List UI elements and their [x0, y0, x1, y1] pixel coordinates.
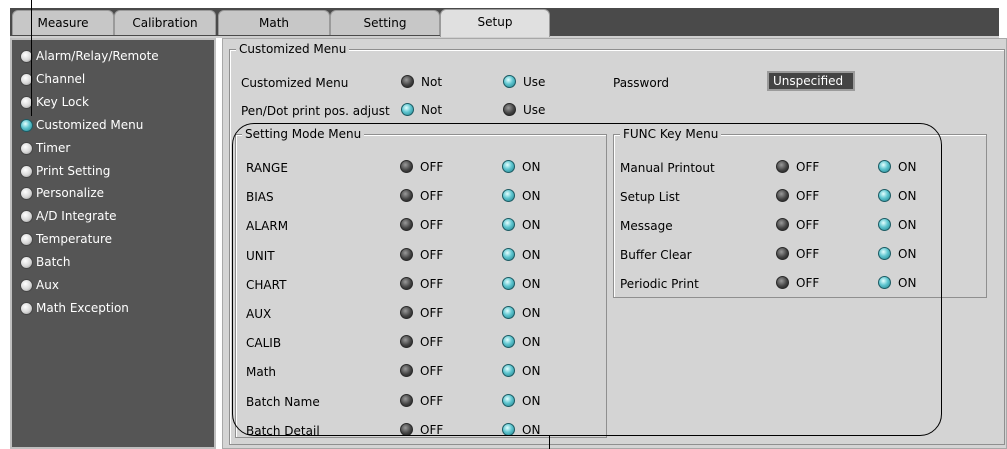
sidebar-item-label: Batch: [36, 255, 71, 270]
radio-led-icon: [20, 233, 33, 247]
sidebar-item-label: Personalize: [36, 186, 105, 201]
sidebar-item-label: Channel: [36, 71, 86, 86]
radio-led-icon: [20, 210, 33, 224]
tab-setup[interactable]: Setup: [440, 9, 550, 37]
customized-menu-label: Customized Menu: [241, 76, 349, 90]
tab-setting[interactable]: Setting: [330, 10, 440, 35]
tab-math[interactable]: Math: [218, 10, 330, 35]
sidebar-item-label: Aux: [36, 278, 59, 292]
customized-menu-group-title: Customized Menu: [236, 42, 350, 56]
radio-led-icon: [20, 187, 33, 201]
radio-led-icon: [20, 301, 33, 315]
sidebar-item-label: Math Exception: [36, 300, 129, 315]
radio-led-icon: [20, 141, 33, 155]
callout-pointer-line: [549, 436, 550, 449]
sidebar-item-label: Alarm/Relay/Remote: [36, 49, 159, 63]
pen-dot-adjust-label: Pen/Dot print pos. adjust: [241, 104, 390, 118]
radio-led-icon: [401, 103, 414, 116]
callout-pointer-line: [31, 0, 32, 116]
sidebar-item-label: Key Lock: [36, 94, 89, 109]
sidebar-item-label: Timer: [36, 140, 71, 155]
sidebar-item-label: Customized Menu: [36, 117, 144, 132]
radio-led-icon: [20, 279, 33, 292]
sidebar: Alarm/Relay/Remote Channel Key Lock Customi…: [10, 38, 216, 449]
radio-led-icon: [20, 118, 33, 132]
sidebar-item-label: A/D Integrate: [36, 209, 117, 224]
sidebar-item-label: Temperature: [36, 232, 113, 247]
radio-led-icon: [20, 256, 33, 270]
radio-led-icon: [20, 164, 33, 178]
tab-calibration[interactable]: Calibration: [114, 10, 216, 35]
password-field[interactable]: Unspecified: [767, 71, 855, 91]
tab-measure[interactable]: Measure: [12, 10, 114, 35]
callout-outline: [232, 123, 942, 436]
radio-led-icon: [503, 103, 516, 116]
radio-led-icon: [401, 75, 414, 88]
radio-led-icon: [503, 75, 516, 88]
tab-strip: Measure Calibration Math Setting Setup: [10, 8, 999, 38]
password-label: Password: [613, 76, 670, 90]
sidebar-item-label: Print Setting: [36, 163, 111, 178]
